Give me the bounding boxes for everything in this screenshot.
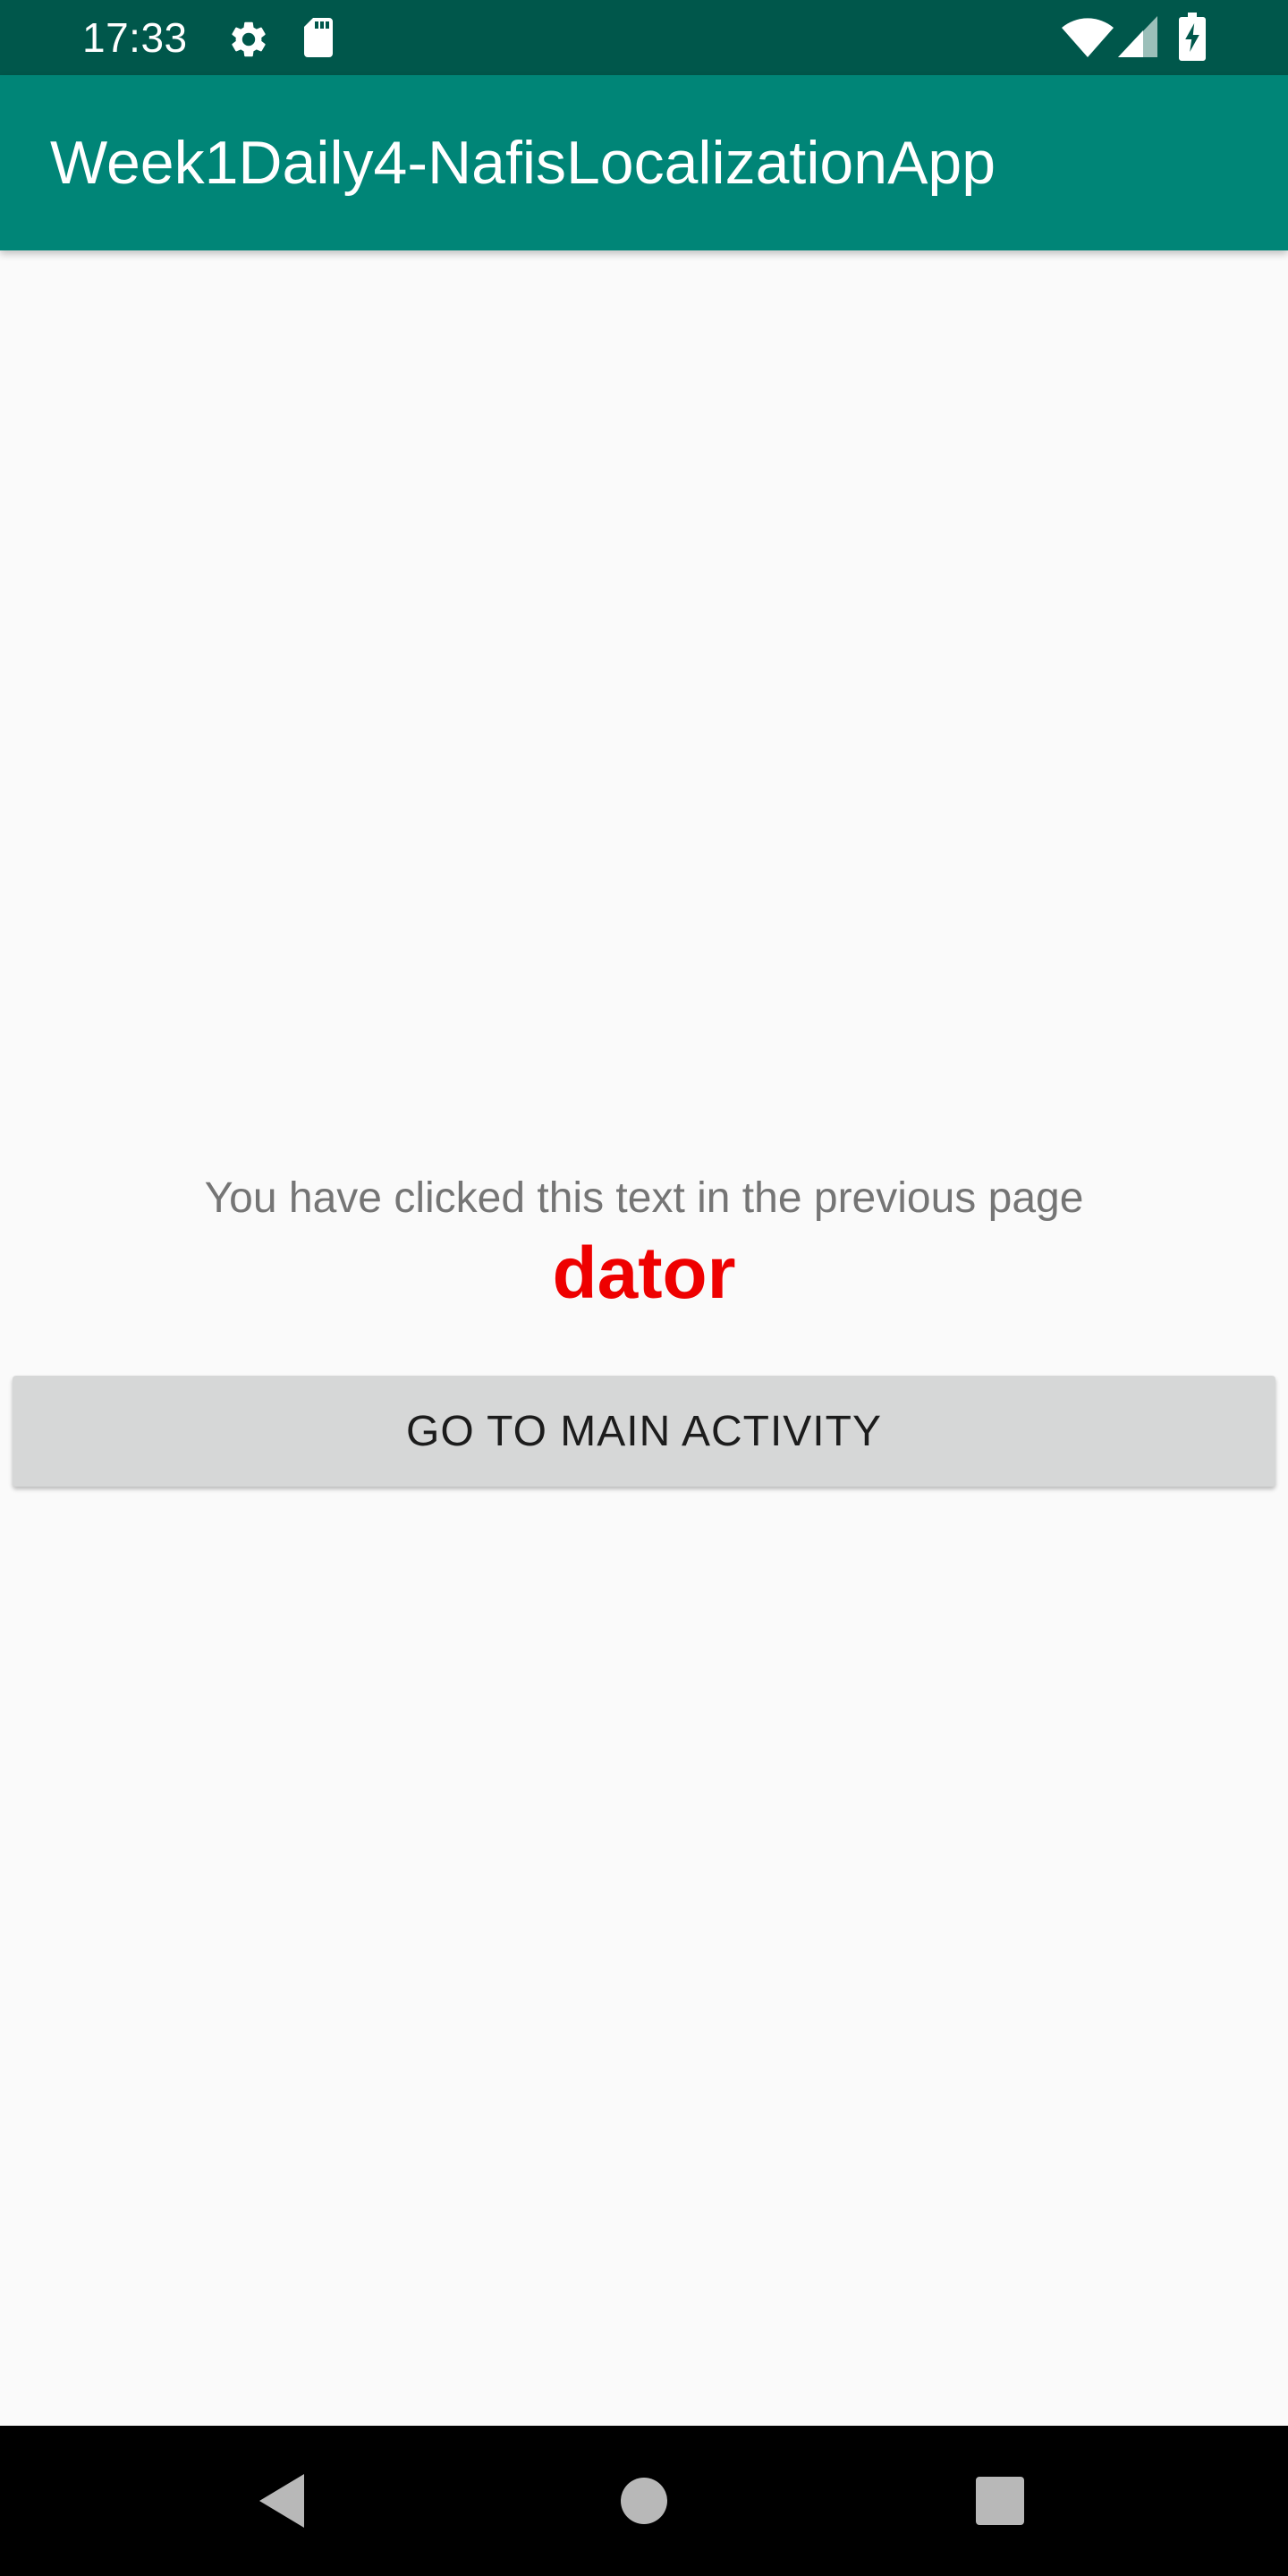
recents-button[interactable] <box>964 2465 1036 2537</box>
previous-page-info-text: You have clicked this text in the previo… <box>204 1174 1084 1222</box>
settings-gear-icon <box>232 21 266 57</box>
recents-icon <box>976 2477 1024 2525</box>
status-time: 17:33 <box>82 14 188 61</box>
cell-signal-icon <box>1118 16 1157 57</box>
battery-charging-icon <box>1179 13 1206 61</box>
status-bar: 17:33 <box>0 0 1288 75</box>
home-icon <box>621 2478 667 2524</box>
go-to-main-activity-button[interactable]: GO TO MAIN ACTIVITY <box>13 1376 1275 1487</box>
app-title: Week1Daily4-NafisLocalizationApp <box>50 129 996 197</box>
main-content: You have clicked this text in the previo… <box>0 250 1288 2426</box>
navigation-bar <box>0 2426 1288 2576</box>
wifi-icon <box>1062 18 1114 57</box>
home-button[interactable] <box>608 2465 680 2537</box>
sd-card-icon <box>304 18 333 57</box>
back-icon <box>259 2474 304 2528</box>
clicked-word-text: dator <box>552 1233 736 1314</box>
back-button[interactable] <box>249 2465 320 2537</box>
app-bar: Week1Daily4-NafisLocalizationApp <box>0 75 1288 250</box>
